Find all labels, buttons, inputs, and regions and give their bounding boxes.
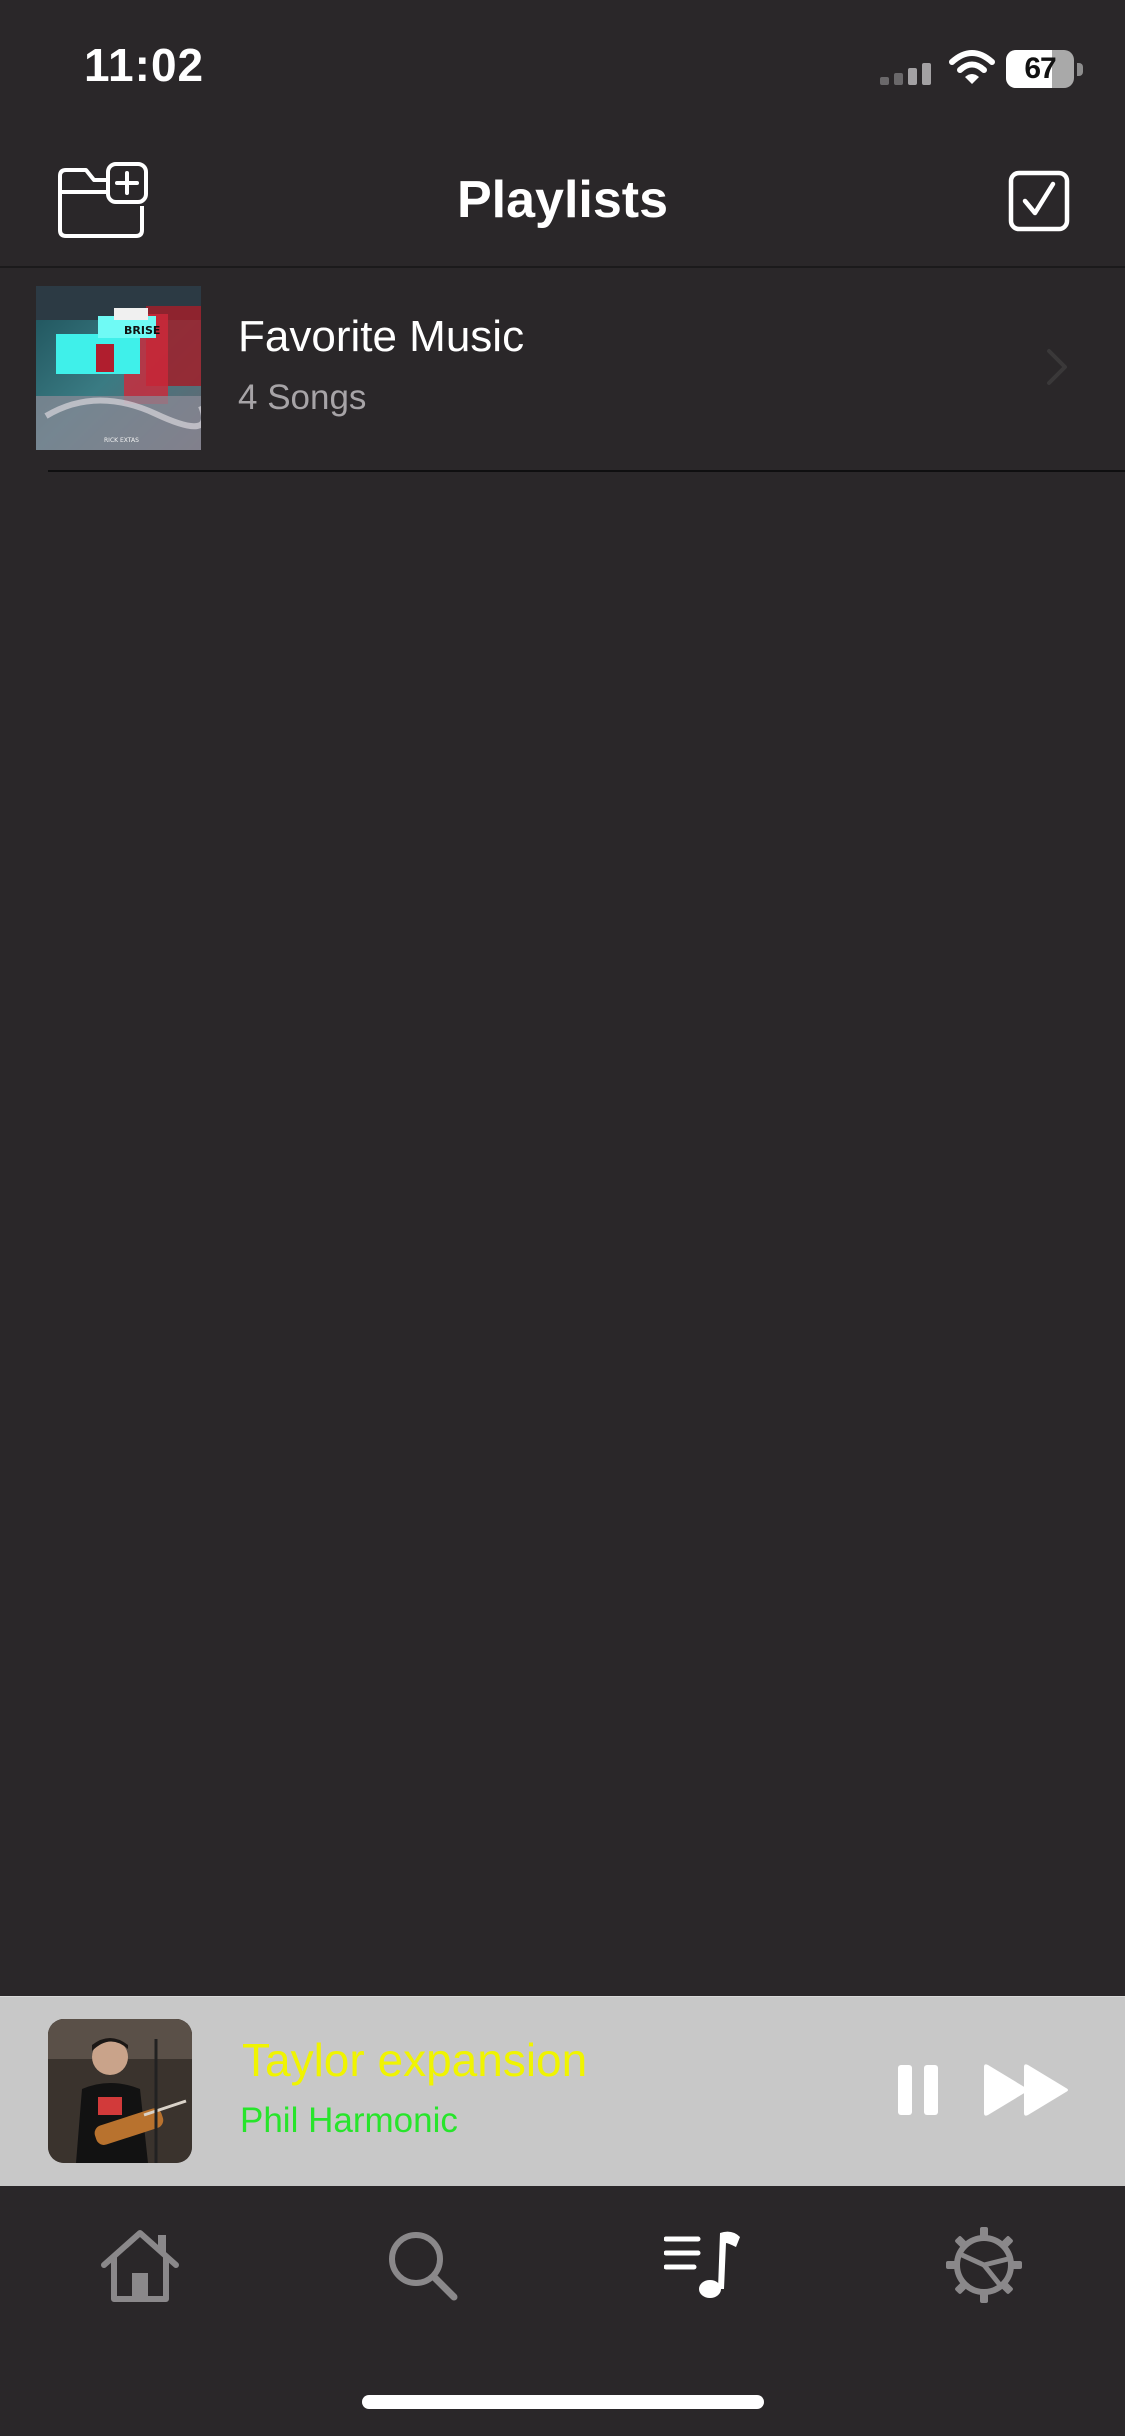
status-bar: 11:02 67 (0, 0, 1125, 140)
tab-playlists[interactable] (644, 2210, 764, 2320)
cellular-signal-icon (880, 63, 931, 85)
search-icon (389, 2232, 458, 2301)
settings-gear-icon (946, 2227, 1022, 2303)
mini-player[interactable]: Taylor expansion Phil Harmonic (0, 1996, 1125, 2187)
nav-bar: Playlists (0, 140, 1125, 268)
tab-search[interactable] (362, 2210, 482, 2320)
svg-text:BRISE: BRISE (124, 324, 160, 337)
playlist-icon (664, 2231, 740, 2298)
fast-forward-icon[interactable] (980, 2063, 1072, 2117)
playlist-row[interactable]: BRISE RICK EXTAS Favorite Music 4 Songs (0, 268, 1125, 472)
select-button[interactable] (1006, 168, 1072, 234)
home-icon (101, 2230, 179, 2302)
pause-icon[interactable] (896, 2063, 940, 2117)
now-playing-title: Taylor expansion (242, 2034, 588, 2086)
svg-text:RICK EXTAS: RICK EXTAS (104, 437, 139, 444)
row-divider (48, 470, 1125, 472)
select-checkbox-icon (1008, 170, 1070, 232)
battery-level: 67 (1024, 52, 1056, 85)
chevron-right-icon (1047, 349, 1067, 385)
page-title: Playlists (456, 171, 669, 229)
playlist-name: Favorite Music (238, 312, 525, 361)
playlist-artwork: BRISE RICK EXTAS (36, 286, 201, 450)
now-playing-artwork (48, 2019, 192, 2163)
tab-settings[interactable] (924, 2210, 1044, 2320)
battery-icon: 67 (1006, 50, 1084, 90)
playlist-song-count: 4 Songs (238, 378, 367, 417)
home-indicator[interactable] (362, 2395, 764, 2409)
wifi-icon (949, 50, 995, 84)
status-time: 11:02 (84, 39, 205, 91)
tab-home[interactable] (80, 2210, 200, 2320)
now-playing-artist: Phil Harmonic (240, 2101, 458, 2140)
